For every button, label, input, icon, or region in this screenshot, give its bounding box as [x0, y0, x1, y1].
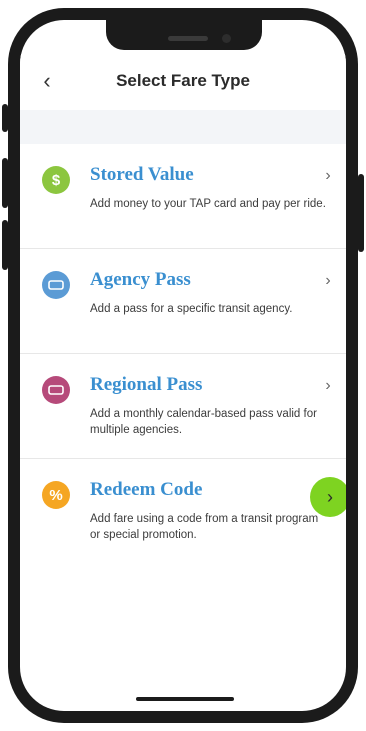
phone-screen: ‹ Select Fare Type $ Stored Value Add mo… [20, 20, 346, 711]
fare-type-redeem-code[interactable]: % Redeem Code Add fare using a code from… [20, 459, 346, 579]
chevron-right-icon[interactable]: › [320, 273, 336, 289]
page-title: Select Fare Type [116, 71, 250, 90]
fare-type-description: Add money to your TAP card and pay per r… [90, 198, 326, 210]
phone-frame: ‹ Select Fare Type $ Stored Value Add mo… [8, 8, 358, 723]
fare-type-description: Add a pass for a specific transit agency… [90, 303, 293, 315]
fare-type-stored-value[interactable]: $ Stored Value Add money to your TAP car… [20, 144, 346, 249]
fare-type-title: Redeem Code [90, 479, 203, 500]
chevron-right-icon[interactable]: › [310, 477, 346, 517]
fare-type-description: Add a monthly calendar-based pass valid … [90, 408, 317, 436]
fare-type-title: Agency Pass [90, 269, 191, 290]
fare-type-regional-pass[interactable]: Regional Pass Add a monthly calendar-bas… [20, 354, 346, 459]
fare-type-agency-pass[interactable]: Agency Pass Add a pass for a specific tr… [20, 249, 346, 354]
camera [222, 34, 231, 43]
ticket-icon [42, 376, 70, 404]
notch [106, 20, 262, 50]
home-indicator [136, 697, 234, 701]
fare-type-description: Add fare using a code from a transit pro… [90, 513, 319, 541]
dollar-icon: $ [42, 166, 70, 194]
fare-type-title: Stored Value [90, 164, 194, 185]
percent-icon: % [42, 481, 70, 509]
speaker [168, 36, 208, 41]
ticket-icon [42, 271, 70, 299]
header: ‹ Select Fare Type [20, 54, 346, 110]
chevron-right-icon[interactable]: › [320, 168, 336, 184]
power-button [358, 174, 364, 252]
fare-type-list: $ Stored Value Add money to your TAP car… [20, 144, 346, 579]
fare-type-title: Regional Pass [90, 374, 203, 395]
subheader-band [20, 110, 346, 144]
chevron-right-icon[interactable]: › [320, 378, 336, 394]
